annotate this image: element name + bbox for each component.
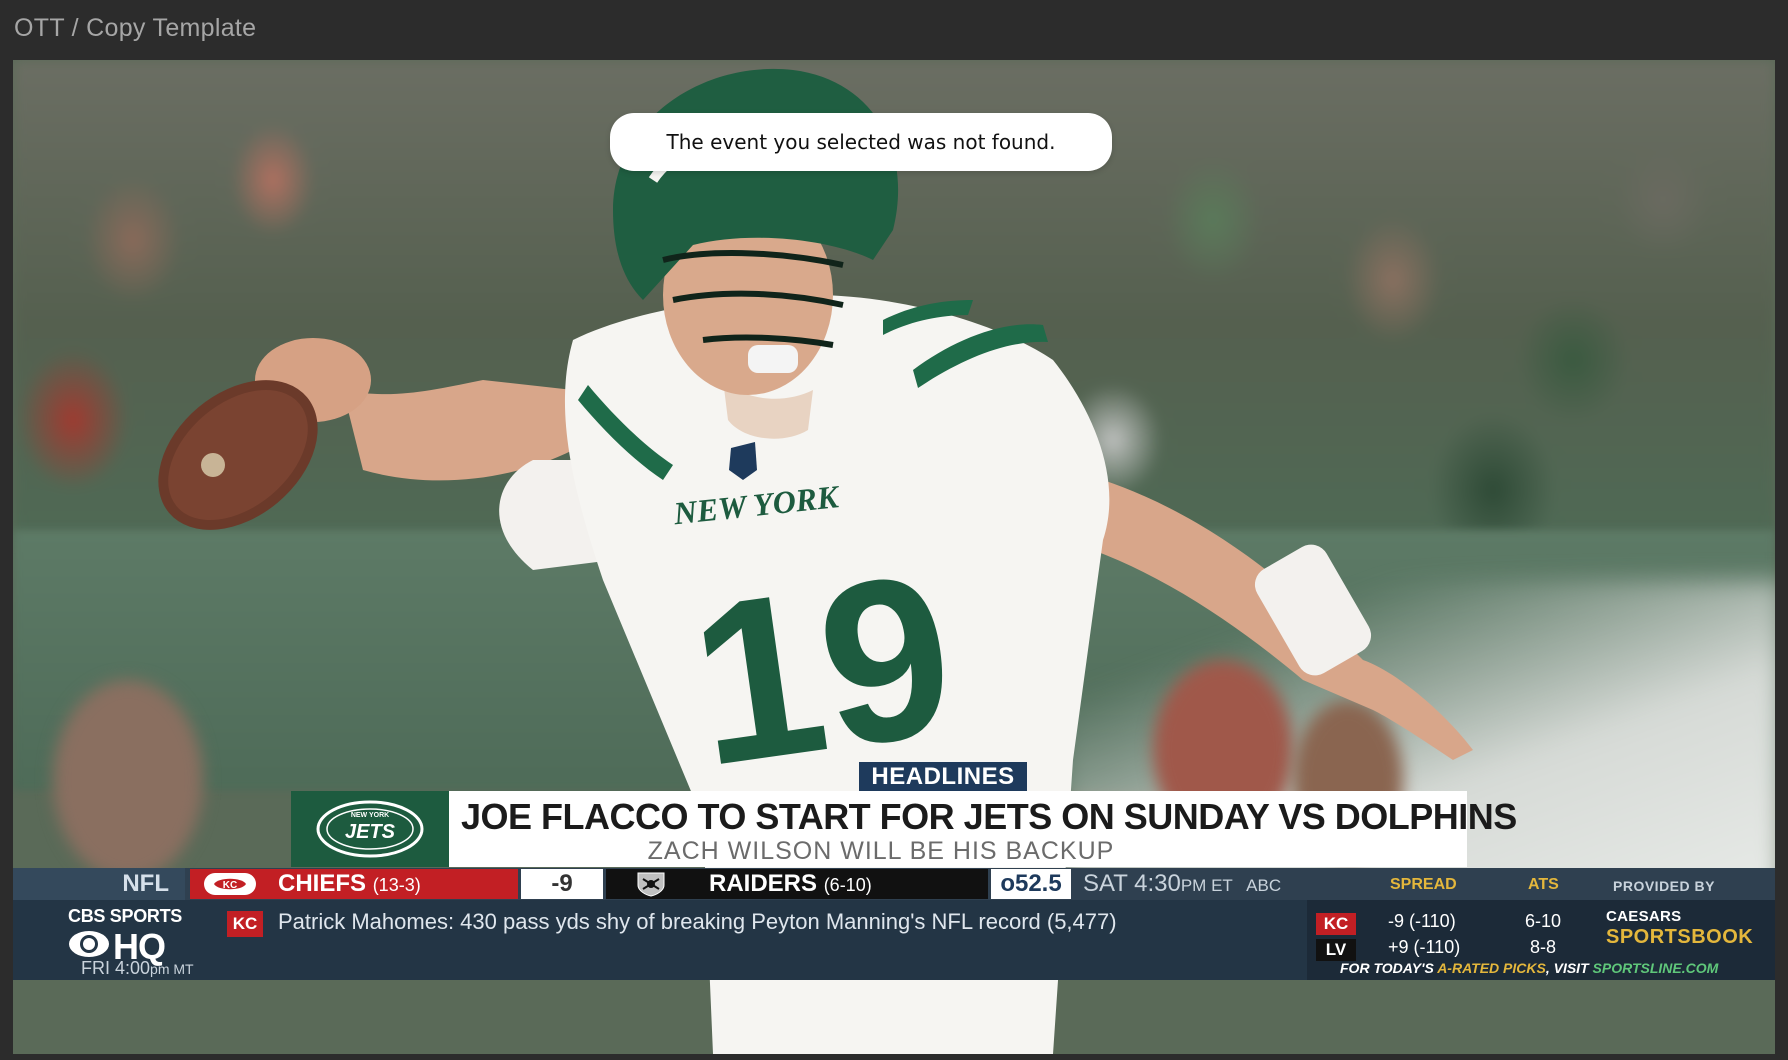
score-bar: NFL KC CHIEFS (13-3) -9 RAIDERS (6-10) o… (13, 868, 1775, 900)
title-bar: OTT / Copy Template (0, 0, 1788, 58)
away-team-chip: RAIDERS (6-10) (606, 869, 988, 899)
odds-footer: FOR TODAY'S A-RATED PICKS, VISIT SPORTSL… (1340, 960, 1719, 976)
raiders-logo-icon (637, 872, 665, 897)
odds-team-kc: KC (1316, 913, 1356, 935)
ats-header: ATS (1528, 876, 1559, 893)
video-frame[interactable]: NEW YORK 19 The event you selected was n… (13, 60, 1775, 1054)
home-team-name: CHIEFS (278, 870, 367, 897)
svg-text:JETS: JETS (345, 821, 396, 843)
home-team-chip: KC CHIEFS (13-3) (190, 869, 518, 899)
svg-text:NEW YORK: NEW YORK (351, 812, 389, 819)
jets-logo: NEW YORK JETS (291, 791, 449, 867)
cbs-eye-icon (69, 931, 109, 957)
headlines-tag: HEADLINES (859, 762, 1027, 792)
odds-spread-kc: -9 (-110) (1388, 911, 1456, 931)
network: ABC (1246, 876, 1282, 895)
away-team-record: (6-10) (823, 875, 872, 895)
toast-message: The event you selected was not found. (666, 130, 1056, 154)
ticker-text: Patrick Mahomes: 430 pass yds shy of bre… (278, 909, 1117, 934)
breadcrumb[interactable]: OTT / Copy Template (14, 14, 256, 43)
odds-team-lv: LV (1316, 939, 1356, 961)
svg-text:KC: KC (223, 880, 237, 891)
sponsor-caesars: CAESARS (1606, 908, 1682, 925)
home-team-record: (13-3) (372, 875, 421, 895)
headline-subtitle: ZACH WILSON WILL BE HIS BACKUP (647, 837, 1115, 865)
game-time: SAT 4:30PM ET ABC (1083, 870, 1282, 897)
spread-header: SPREAD (1390, 876, 1457, 893)
odds-ats-lv: 8-8 (1530, 937, 1557, 957)
local-time: FRI 4:00pm MT (81, 958, 194, 978)
odds-spread-lv: +9 (-110) (1388, 937, 1461, 957)
away-team-name: RAIDERS (709, 870, 818, 897)
chiefs-logo-icon: KC (204, 873, 256, 895)
odds-ats-kc: 6-10 (1525, 911, 1562, 931)
sponsor-sportsbook: SPORTSBOOK (1606, 926, 1754, 948)
ticker-team-badge: KC (227, 911, 263, 937)
provided-by-label: PROVIDED BY (1613, 878, 1715, 894)
error-toast[interactable]: The event you selected was not found. (610, 113, 1112, 171)
spread-line: -9 (521, 869, 603, 899)
over-under: o52.5 (991, 869, 1071, 899)
headline-banner: NEW YORK JETS JOE FLACCO TO START FOR JE… (291, 791, 1517, 867)
headline-title: JOE FLACCO TO START FOR JETS ON SUNDAY V… (461, 796, 1517, 837)
